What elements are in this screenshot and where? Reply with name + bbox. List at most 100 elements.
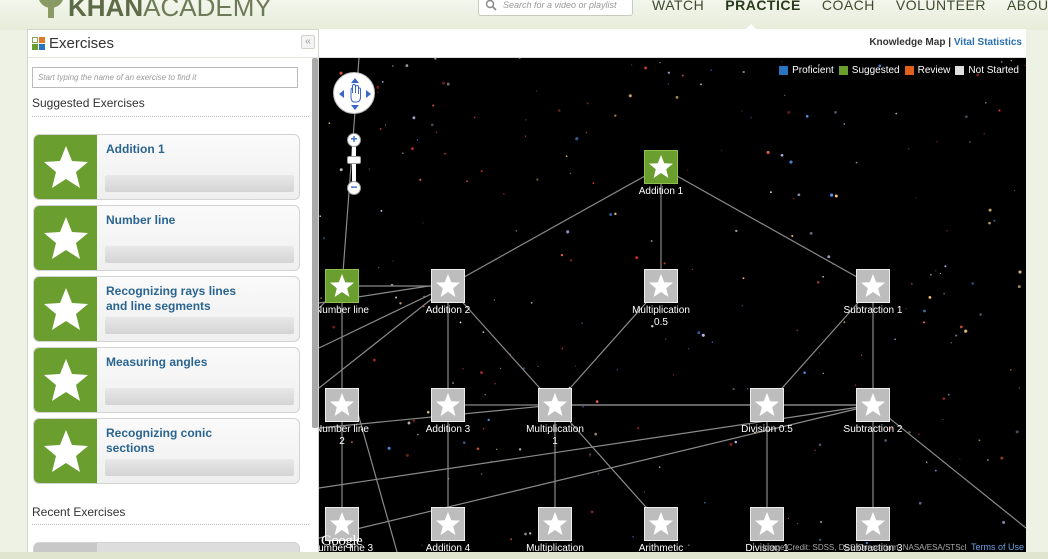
exercise-node[interactable]	[856, 269, 890, 303]
exercise-node[interactable]	[856, 507, 890, 541]
khan-academy-logo[interactable]: KHANACADEMY	[36, 0, 272, 20]
legend-label: Review	[917, 65, 951, 76]
sidebar-scrollbar[interactable]	[312, 58, 318, 428]
exercise-node[interactable]	[644, 150, 678, 184]
divider	[32, 116, 309, 117]
search-icon	[485, 0, 497, 11]
exercise-node[interactable]	[325, 388, 359, 422]
collapse-sidebar-icon[interactable]: «	[301, 35, 315, 49]
exercise-node-label: Subtraction 1	[843, 305, 903, 316]
image-credit-text: Image Credit: SDSS, DSS Consortium, NASA…	[762, 543, 967, 552]
map-header: Knowledge Map | Vital Statistics	[319, 29, 1026, 58]
legend-label: Suggested	[851, 65, 900, 76]
zoom-in-button[interactable]: +	[347, 133, 361, 147]
knowledge-map[interactable]: Addition 1 Number line Addition 2 Multiplic…	[319, 58, 1026, 559]
exercise-node-label: Addition 1	[638, 186, 684, 197]
image-credit: Image Credit: SDSS, DSS Consortium, NASA…	[762, 542, 1024, 552]
exercise-progress-bar	[105, 388, 294, 405]
star-icon	[43, 359, 88, 401]
search-box[interactable]	[478, 0, 633, 16]
star-icon	[649, 512, 673, 535]
legend-swatch	[955, 66, 965, 75]
exercise-node[interactable]	[325, 269, 359, 303]
top-bar: KHANACADEMY WATCH PRACTICE COACH VOLUNTE…	[0, 0, 1048, 30]
status-legend: Proficient Suggested Review Not Started	[774, 65, 1019, 76]
nav-watch[interactable]: WATCH	[652, 0, 704, 13]
exercise-card[interactable]: Recognizing rays lines and line segments	[33, 276, 300, 342]
exercise-node-label: Addition 2	[425, 305, 471, 316]
exercise-card[interactable]: Addition 1	[33, 134, 300, 200]
zoom-slider-handle[interactable]	[347, 156, 361, 164]
map-edge	[447, 166, 662, 287]
exercise-card[interactable]: Recognizing conic sections	[33, 418, 300, 484]
exercise-node[interactable]	[431, 507, 465, 541]
terms-of-use-link[interactable]: Terms of Use	[971, 542, 1024, 552]
exercise-node[interactable]	[856, 388, 890, 422]
exercise-node-label: Number line	[319, 305, 369, 316]
exercise-progress-bar	[105, 317, 294, 334]
exercise-progress-bar	[105, 246, 294, 263]
suggested-exercises-title: Suggested Exercises	[32, 96, 145, 110]
nav-coach[interactable]: COACH	[822, 0, 875, 13]
exercise-thumb	[34, 419, 97, 483]
nav-volunteer[interactable]: VOLUNTEER	[896, 0, 986, 13]
exercise-progress-bar	[105, 459, 294, 476]
star-icon	[861, 393, 885, 416]
zoom-out-button[interactable]: −	[347, 181, 361, 195]
legend-item: Proficient	[779, 65, 834, 76]
exercise-name: Number line	[106, 213, 176, 227]
map-edge	[660, 166, 874, 287]
star-icon	[436, 393, 460, 416]
legend-label: Not Started	[968, 65, 1019, 76]
legend-item: Review	[904, 65, 951, 76]
logo-text: KHANACADEMY	[68, 0, 272, 20]
pan-arrows-icon	[339, 78, 371, 110]
star-icon	[755, 512, 779, 535]
exercise-node-label: Addition 3	[425, 424, 471, 435]
logo-text-bold: KHAN	[68, 0, 144, 22]
star-icon	[861, 274, 885, 297]
exercise-node-label: Multiplication 1	[526, 424, 584, 447]
legend-label: Proficient	[792, 65, 834, 76]
view-switcher: Knowledge Map | Vital Statistics	[869, 37, 1022, 48]
exercise-node[interactable]	[538, 388, 572, 422]
exercise-node[interactable]	[644, 269, 678, 303]
sidebar-header: Exercises «	[28, 30, 318, 58]
vital-statistics-link[interactable]: Vital Statistics	[954, 37, 1022, 48]
star-icon	[43, 146, 88, 188]
exercises-sidebar: Exercises « Suggested Exercises Addition…	[27, 29, 319, 559]
page-bottom-strip	[0, 552, 1048, 559]
exercise-node[interactable]	[431, 269, 465, 303]
exercise-node-label: Subtraction 2	[843, 424, 903, 435]
exercise-node-label: Division 0.5	[741, 424, 793, 435]
logo-text-light: ACADEMY	[143, 0, 272, 22]
star-icon	[543, 393, 567, 416]
star-icon	[649, 155, 673, 178]
exercise-filter-input[interactable]	[32, 67, 298, 88]
exercise-node[interactable]	[750, 507, 784, 541]
recent-exercises-title: Recent Exercises	[32, 505, 126, 519]
exercise-thumb	[34, 206, 97, 270]
pan-control[interactable]	[333, 72, 375, 114]
exercise-node[interactable]	[538, 507, 572, 541]
exercise-card[interactable]: Number line	[33, 205, 300, 271]
exercise-name: Measuring angles	[106, 355, 208, 369]
sidebar-title: Exercises	[49, 35, 115, 52]
star-icon	[436, 512, 460, 535]
exercises-grid-icon	[32, 37, 45, 50]
nav-practice[interactable]: PRACTICE	[725, 0, 801, 13]
exercise-node[interactable]	[750, 388, 784, 422]
search-input[interactable]	[503, 0, 623, 10]
view-separator: |	[948, 37, 952, 48]
exercise-card[interactable]: Measuring angles	[33, 347, 300, 413]
exercise-node[interactable]	[644, 507, 678, 541]
exercise-name: Recognizing rays lines and line segments	[106, 284, 237, 313]
divider	[32, 524, 309, 525]
zoom-control: + −	[347, 133, 361, 195]
star-icon	[330, 274, 354, 297]
nav-about[interactable]: ABOUT	[1007, 0, 1048, 13]
exercise-thumb	[34, 348, 97, 412]
star-icon	[543, 512, 567, 535]
main-nav: WATCH PRACTICE COACH VOLUNTEER ABOUT	[652, 0, 1048, 13]
exercise-node[interactable]	[431, 388, 465, 422]
